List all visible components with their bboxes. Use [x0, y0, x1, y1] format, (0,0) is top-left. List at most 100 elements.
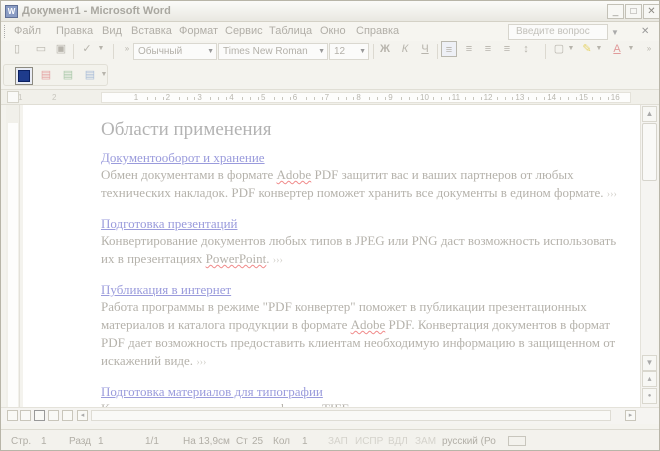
bold-button[interactable]: Ж: [377, 41, 393, 57]
ruler-tick: [345, 97, 347, 100]
scroll-down-icon[interactable]: ▼: [642, 355, 657, 371]
ruler-tick: [512, 97, 514, 100]
section-title-link[interactable]: Документооборот и хранение: [101, 150, 265, 166]
open-icon[interactable]: ▭: [33, 41, 49, 57]
ruler-tick: [377, 97, 379, 100]
justify-icon[interactable]: ≡: [499, 41, 515, 57]
ruler-label: 9: [388, 93, 393, 102]
status-track-changes[interactable]: ИСПР: [355, 436, 383, 447]
vertical-scrollbar[interactable]: ▲ ▼ ▴ ●: [640, 105, 657, 407]
pdf-image-icon[interactable]: ▤: [60, 67, 76, 83]
ruler-label: 13: [515, 93, 525, 102]
title-bar: W Документ1 - Microsoft Word _ □ ✕: [1, 1, 659, 22]
ruler-label: 14: [547, 93, 557, 102]
ruler-label: 8: [356, 93, 361, 102]
style-value: Обычный: [138, 46, 183, 57]
document-content[interactable]: Области применения Документооборот и хра…: [101, 119, 626, 407]
ruler-label: 10: [420, 93, 429, 102]
ruler-label: 11: [451, 93, 461, 102]
vertical-ruler[interactable]: [6, 105, 20, 407]
scroll-up-icon[interactable]: ▲: [642, 106, 657, 122]
ruler-tick: [504, 97, 506, 100]
align-right-icon[interactable]: ≡: [480, 41, 496, 57]
line-spacing-icon[interactable]: ↕: [518, 41, 534, 57]
status-record-macro[interactable]: ЗАП: [328, 436, 348, 447]
menu-view[interactable]: Вид: [102, 25, 122, 37]
pdf-toolbar: ▤ ▤ ▤ ▼: [3, 64, 108, 86]
menu-file[interactable]: Файл: [14, 25, 41, 37]
menu-help[interactable]: Справка: [356, 25, 399, 37]
highlight-dropdown-icon[interactable]: ▼: [591, 41, 607, 57]
size-combo[interactable]: 12 ▼: [329, 43, 369, 60]
menu-insert[interactable]: Вставка: [131, 25, 172, 37]
borders-dropdown-icon[interactable]: ▼: [563, 41, 579, 57]
help-question-input[interactable]: Введите вопрос: [508, 24, 608, 40]
minimize-button[interactable]: _: [607, 4, 624, 19]
font-combo[interactable]: Times New Roman ▼: [218, 43, 328, 60]
align-left-icon[interactable]: ≡: [441, 41, 457, 57]
scroll-right-icon[interactable]: ▸: [625, 410, 636, 421]
select-browse-object-icon[interactable]: ●: [642, 388, 657, 404]
status-extend[interactable]: ВДЛ: [388, 436, 408, 447]
more-link[interactable]: ›››: [196, 357, 206, 368]
horizontal-ruler[interactable]: 1 2 1 2 3 4 5 6 7 8 9 10 11 12 13 14 15 16: [1, 89, 659, 105]
reading-view-icon[interactable]: [62, 410, 73, 421]
ruler-label: 15: [579, 93, 588, 102]
status-column-number: 1: [302, 436, 308, 447]
horizontal-scrollbar[interactable]: ◂ ▸: [1, 407, 659, 424]
word-app-icon[interactable]: W: [5, 5, 18, 18]
maximize-button[interactable]: □: [625, 4, 642, 19]
web-view-icon[interactable]: [20, 410, 31, 421]
spelling-status-icon[interactable]: [508, 436, 526, 446]
save-icon[interactable]: ▣: [53, 41, 69, 57]
spelling-dropdown-icon[interactable]: ▼: [93, 41, 109, 57]
ruler-tick: [528, 97, 530, 100]
align-center-icon[interactable]: ≡: [461, 41, 477, 57]
menu-tools[interactable]: Сервис: [225, 25, 263, 37]
pdf-convert-icon[interactable]: [15, 67, 33, 85]
more-link[interactable]: ›››: [607, 189, 617, 200]
pdf-export-icon[interactable]: ▤: [38, 67, 54, 83]
font-value: Times New Roman: [223, 46, 308, 57]
status-language[interactable]: русский (Ро: [442, 436, 496, 447]
section-title-link[interactable]: Подготовка материалов для типографии: [101, 384, 323, 400]
toolbar-more-icon[interactable]: »: [641, 41, 657, 57]
section-title-link[interactable]: Подготовка презентаций: [101, 216, 237, 232]
ruler-tick: [321, 97, 323, 100]
underline-button[interactable]: Ч: [417, 41, 433, 57]
status-overtype[interactable]: ЗАМ: [415, 436, 436, 447]
help-dropdown-icon[interactable]: ▼: [611, 28, 619, 37]
normal-view-icon[interactable]: [7, 410, 18, 421]
menu-window[interactable]: Окно: [320, 25, 346, 37]
ruler-tick: [305, 97, 307, 100]
ruler-tick: [313, 97, 315, 100]
close-button[interactable]: ✕: [643, 4, 659, 19]
new-document-icon[interactable]: ▯: [9, 41, 25, 57]
previous-page-icon[interactable]: ▴: [642, 371, 657, 387]
horizontal-scroll-thumb[interactable]: [91, 410, 611, 421]
size-value: 12: [334, 46, 346, 57]
scroll-thumb[interactable]: [642, 123, 657, 181]
ruler-label: 2: [52, 93, 57, 102]
ruler-tick: [281, 97, 283, 100]
section-title-link[interactable]: Публикация в интернет: [101, 282, 231, 298]
more-link[interactable]: ›››: [273, 255, 283, 266]
menu-grip[interactable]: [4, 25, 7, 38]
font-color-dropdown-icon[interactable]: ▼: [623, 41, 639, 57]
style-combo[interactable]: Обычный ▼: [133, 43, 217, 60]
document-close-icon[interactable]: ✕: [641, 26, 649, 37]
print-layout-icon[interactable]: [34, 410, 45, 421]
scroll-left-icon[interactable]: ◂: [77, 410, 88, 421]
ruler-label: 1: [133, 93, 139, 102]
body-text: Обмен документами в формате: [101, 167, 277, 182]
outline-view-icon[interactable]: [48, 410, 59, 421]
document-area[interactable]: Области применения Документооборот и хра…: [23, 105, 640, 407]
tab-selector[interactable]: [7, 91, 19, 103]
pdf-toolbar-options-icon[interactable]: ▼: [96, 67, 112, 83]
menu-edit[interactable]: Правка: [56, 25, 93, 37]
menu-format[interactable]: Формат: [179, 25, 218, 37]
italic-button[interactable]: К: [397, 41, 413, 57]
menu-table[interactable]: Таблица: [269, 25, 312, 37]
ruler-tick: [568, 97, 570, 100]
document-heading: Области применения: [101, 119, 272, 140]
